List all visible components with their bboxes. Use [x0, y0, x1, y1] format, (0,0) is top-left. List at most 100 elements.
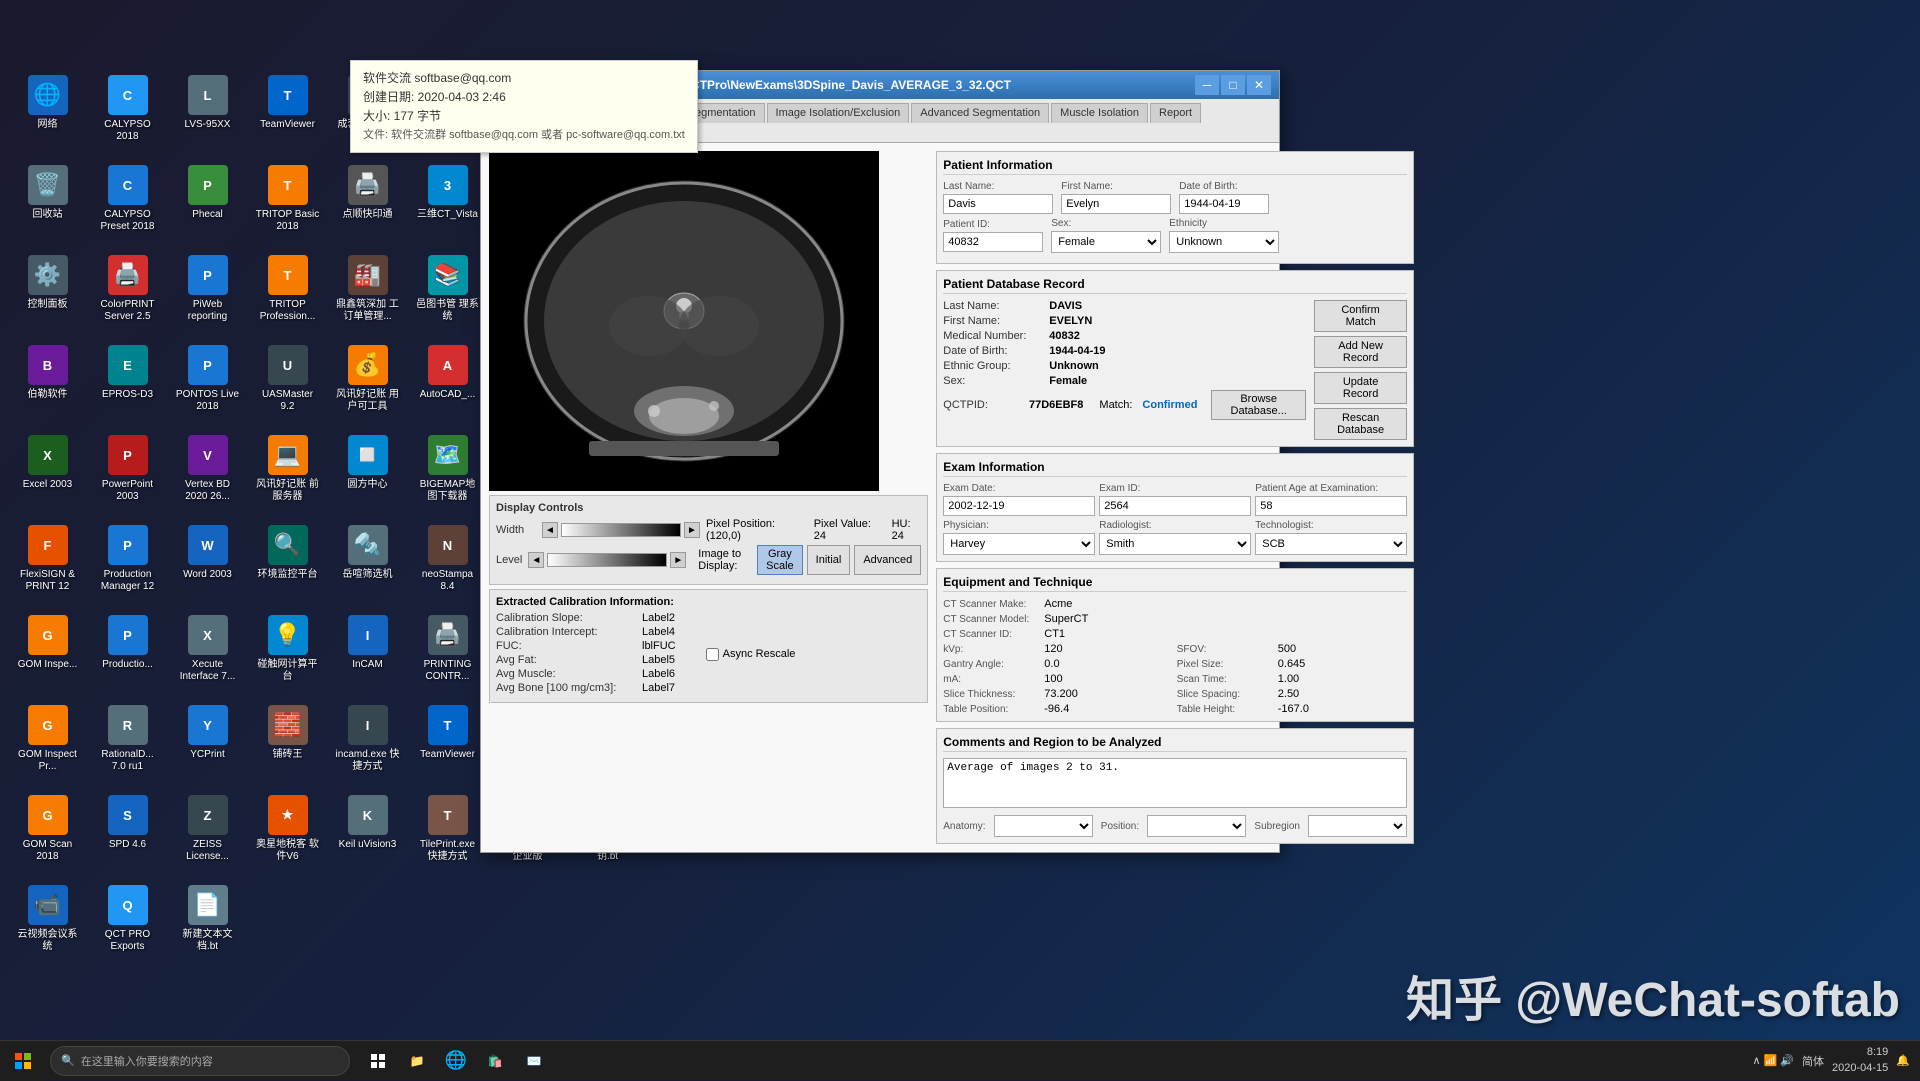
desktop-icon-73[interactable]: QQCT PRO Exports: [90, 880, 165, 965]
desktop-icon-16[interactable]: ⚙️控制面板: [10, 250, 85, 335]
taskbar-task-view[interactable]: [360, 1043, 396, 1079]
width-right-arrow[interactable]: ►: [684, 522, 700, 538]
desktop-icon-58[interactable]: YYCPrint: [170, 700, 245, 785]
desktop-icon-36[interactable]: ⬜圆方中心: [330, 430, 405, 515]
width-left-arrow[interactable]: ◄: [542, 522, 558, 538]
update-record-button[interactable]: Update Record: [1314, 372, 1407, 404]
desktop-icon-68[interactable]: KKeil uVision3: [330, 790, 405, 875]
add-new-record-button[interactable]: Add New Record: [1314, 336, 1407, 368]
desktop-icon-67[interactable]: ★奥星地税客 软件V6: [250, 790, 325, 875]
patient-age-input[interactable]: [1255, 496, 1407, 516]
desktop-icon-50[interactable]: XXecute Interface 7...: [170, 610, 245, 695]
desktop-icon-49[interactable]: PProductio...: [90, 610, 165, 695]
maximize-button[interactable]: □: [1221, 75, 1245, 95]
desktop-icon-43[interactable]: 🔍环境监控平台: [250, 520, 325, 605]
level-right-arrow[interactable]: ►: [670, 552, 686, 568]
desktop-icon-35[interactable]: 💻风讯好记账 前服务器: [250, 430, 325, 515]
desktop-icon-3[interactable]: TTeamViewer: [250, 70, 325, 155]
desktop-icon-57[interactable]: RRationalD... 7.0 ru1: [90, 700, 165, 785]
desktop-icon-10[interactable]: PPhecal: [170, 160, 245, 245]
confirm-match-button[interactable]: Confirm Match: [1314, 300, 1407, 332]
desktop-icon-72[interactable]: 📹云视频会议系 统: [10, 880, 85, 965]
desktop-icon-28[interactable]: 💰风讯好记账 用户可工具: [330, 340, 405, 425]
desktop-icon-25[interactable]: EEPROS-D3: [90, 340, 165, 425]
desktop-icon-24[interactable]: B伯勒软件: [10, 340, 85, 425]
last-name-input[interactable]: [943, 194, 1053, 214]
desktop-icon-41[interactable]: PProduction Manager 12: [90, 520, 165, 605]
desktop-icon-53[interactable]: 🖨️PRINTING CONTR...: [410, 610, 485, 695]
exam-id-input[interactable]: [1099, 496, 1251, 516]
desktop-icon-11[interactable]: TTRITOP Basic 2018: [250, 160, 325, 245]
desktop-icon-1[interactable]: CCALYPSO 2018: [90, 70, 165, 155]
desktop-icon-37[interactable]: 🗺️BIGEMAP地 图下载器: [410, 430, 485, 515]
desktop-icon-0[interactable]: 🌐网络: [10, 70, 85, 155]
desktop-icon-12[interactable]: 🖨️点顺快印通: [330, 160, 405, 245]
notification-icon[interactable]: 🔔: [1896, 1054, 1910, 1067]
tab-image-isolation[interactable]: Image Isolation/Exclusion: [767, 103, 910, 123]
desktop-icon-52[interactable]: IInCAM: [330, 610, 405, 695]
taskbar-edge[interactable]: 🌐: [438, 1043, 474, 1079]
desktop-icon-45[interactable]: NneoStampa 8.4: [410, 520, 485, 605]
browse-db-button[interactable]: Browse Database...: [1211, 390, 1306, 420]
close-button[interactable]: ✕: [1247, 75, 1271, 95]
desktop-icon-27[interactable]: UUASMaster 9.2: [250, 340, 325, 425]
tab-muscle[interactable]: Muscle Isolation: [1051, 103, 1148, 123]
desktop-icon-69[interactable]: TTilePrint.exe 快捷方式: [410, 790, 485, 875]
tab-advanced-seg[interactable]: Advanced Segmentation: [911, 103, 1049, 123]
level-left-arrow[interactable]: ◄: [528, 552, 544, 568]
desktop-icon-17[interactable]: 🖨️ColorPRINT Server 2.5: [90, 250, 165, 335]
desktop-icon-34[interactable]: VVertex BD 2020 26...: [170, 430, 245, 515]
dob-input[interactable]: [1179, 194, 1269, 214]
desktop-icon-18[interactable]: PPiWeb reporting: [170, 250, 245, 335]
desktop-icon-48[interactable]: GGOM Inspe...: [10, 610, 85, 695]
desktop-icon-60[interactable]: Iincamd.exe 快捷方式: [330, 700, 405, 785]
subregion-select[interactable]: [1308, 815, 1407, 837]
ethnicity-select[interactable]: Unknown Caucasian Asian: [1169, 231, 1279, 253]
technologist-select[interactable]: SCB: [1255, 533, 1407, 555]
sex-select[interactable]: Female Male: [1051, 231, 1161, 253]
desktop-icon-74[interactable]: 📄新建文本文 档.bt: [170, 880, 245, 965]
desktop-icon-64[interactable]: GGOM Scan 2018: [10, 790, 85, 875]
desktop-icon-61[interactable]: TTeamViewer: [410, 700, 485, 785]
desktop-icon-66[interactable]: ZZEISS License...: [170, 790, 245, 875]
minimize-button[interactable]: ─: [1195, 75, 1219, 95]
position-select[interactable]: [1147, 815, 1246, 837]
first-name-input[interactable]: [1061, 194, 1171, 214]
desktop-icon-26[interactable]: PPONTOS Live 2018: [170, 340, 245, 425]
desktop-icon-65[interactable]: SSPD 4.6: [90, 790, 165, 875]
desktop-icon-44[interactable]: 🔩岳喧筛选机: [330, 520, 405, 605]
advanced-button[interactable]: Advanced: [854, 545, 921, 575]
desktop-icon-33[interactable]: PPowerPoint 2003: [90, 430, 165, 515]
comments-textarea[interactable]: Average of images 2 to 31.: [943, 758, 1407, 808]
async-checkbox[interactable]: [706, 648, 719, 661]
desktop-icon-8[interactable]: 🗑️回收站: [10, 160, 85, 245]
desktop-icon-59[interactable]: 🧱铺砖王: [250, 700, 325, 785]
taskbar-mail[interactable]: ✉️: [516, 1043, 552, 1079]
level-slider-track[interactable]: [547, 553, 667, 567]
patient-id-input[interactable]: [943, 232, 1043, 252]
start-button[interactable]: [0, 1041, 45, 1081]
desktop-icon-21[interactable]: 📚邑图书管 理系统: [410, 250, 485, 335]
desktop-icon-13[interactable]: 3三维CT_Vista: [410, 160, 485, 245]
desktop-icon-19[interactable]: TTRITOP Profession...: [250, 250, 325, 335]
rescan-db-button[interactable]: Rescan Database: [1314, 408, 1407, 440]
width-slider-track[interactable]: [561, 523, 681, 537]
gray-scale-button[interactable]: Gray Scale: [757, 545, 803, 575]
taskbar-file-explorer[interactable]: 📁: [399, 1043, 435, 1079]
taskbar-search-box[interactable]: 🔍 在这里输入你要搜索的内容: [50, 1046, 350, 1076]
desktop-icon-32[interactable]: XExcel 2003: [10, 430, 85, 515]
taskbar-store[interactable]: 🛍️: [477, 1043, 513, 1079]
desktop-icon-9[interactable]: CCALYPSO Preset 2018: [90, 160, 165, 245]
desktop-icon-51[interactable]: 💡碰触网计算平 台: [250, 610, 325, 695]
anatomy-select[interactable]: [994, 815, 1093, 837]
tab-report[interactable]: Report: [1150, 103, 1201, 123]
desktop-icon-42[interactable]: WWord 2003: [170, 520, 245, 605]
desktop-icon-2[interactable]: LLVS-95XX: [170, 70, 245, 155]
desktop-icon-40[interactable]: FFlexiSIGN & PRINT 12: [10, 520, 85, 605]
initial-button[interactable]: Initial: [807, 545, 851, 575]
exam-date-input[interactable]: [943, 496, 1095, 516]
desktop-icon-29[interactable]: AAutoCAD_...: [410, 340, 485, 425]
radiologist-select[interactable]: Smith: [1099, 533, 1251, 555]
desktop-icon-20[interactable]: 🏭鼎鑫筑深加 工订单管理...: [330, 250, 405, 335]
physician-select[interactable]: Harvey: [943, 533, 1095, 555]
